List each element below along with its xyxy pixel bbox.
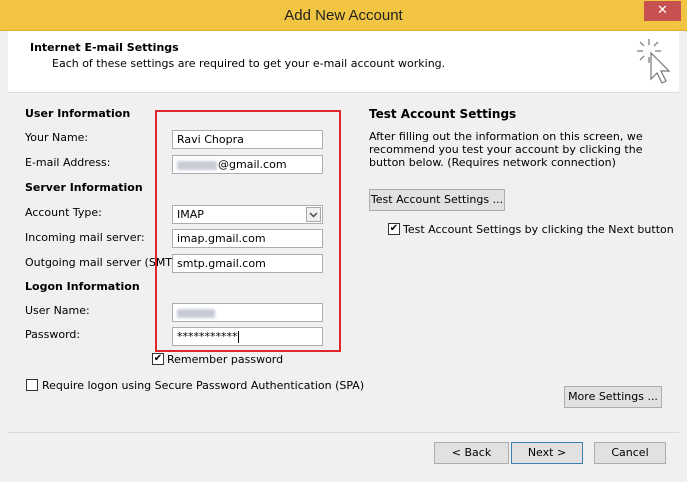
cancel-button[interactable]: Cancel [594, 442, 666, 464]
remember-password-checkbox[interactable]: ✔ [152, 353, 164, 365]
email-address-label: E-mail Address: [25, 156, 111, 169]
incoming-mail-server-label: Incoming mail server: [25, 231, 145, 244]
dialog-header: Internet E-mail Settings Each of these s… [8, 31, 679, 93]
user-information-heading: User Information [25, 107, 131, 120]
title-bar[interactable]: Add New Account ✕ [0, 0, 687, 31]
test-account-settings-button[interactable]: Test Account Settings ... [369, 189, 505, 211]
close-button[interactable]: ✕ [644, 1, 681, 21]
test-account-description: After filling out the information on thi… [369, 130, 643, 169]
spa-label[interactable]: Require logon using Secure Password Auth… [42, 379, 364, 392]
auto-test-label[interactable]: Test Account Settings by clicking the Ne… [403, 223, 674, 236]
back-button[interactable]: < Back [434, 442, 509, 464]
checkmark-icon: ✔ [153, 353, 163, 364]
remember-password-label[interactable]: Remember password [167, 353, 283, 366]
logon-information-heading: Logon Information [25, 280, 140, 293]
user-name-label: User Name: [25, 304, 90, 317]
spa-checkbox[interactable] [26, 379, 38, 391]
wand-cursor-icon [637, 39, 671, 84]
highlight-box [155, 110, 341, 352]
test-account-settings-heading: Test Account Settings [369, 107, 517, 121]
more-settings-button[interactable]: More Settings ... [564, 386, 662, 408]
auto-test-checkbox[interactable]: ✔ [388, 223, 400, 235]
account-type-label: Account Type: [25, 206, 102, 219]
server-information-heading: Server Information [25, 181, 143, 194]
your-name-label: Your Name: [25, 131, 89, 144]
footer-separator [8, 432, 679, 433]
checkmark-icon: ✔ [389, 223, 399, 234]
password-label: Password: [25, 328, 81, 341]
header-title: Internet E-mail Settings [30, 41, 179, 54]
next-button[interactable]: Next > [511, 442, 583, 464]
window-title: Add New Account [284, 7, 403, 24]
header-subtitle: Each of these settings are required to g… [52, 57, 446, 70]
